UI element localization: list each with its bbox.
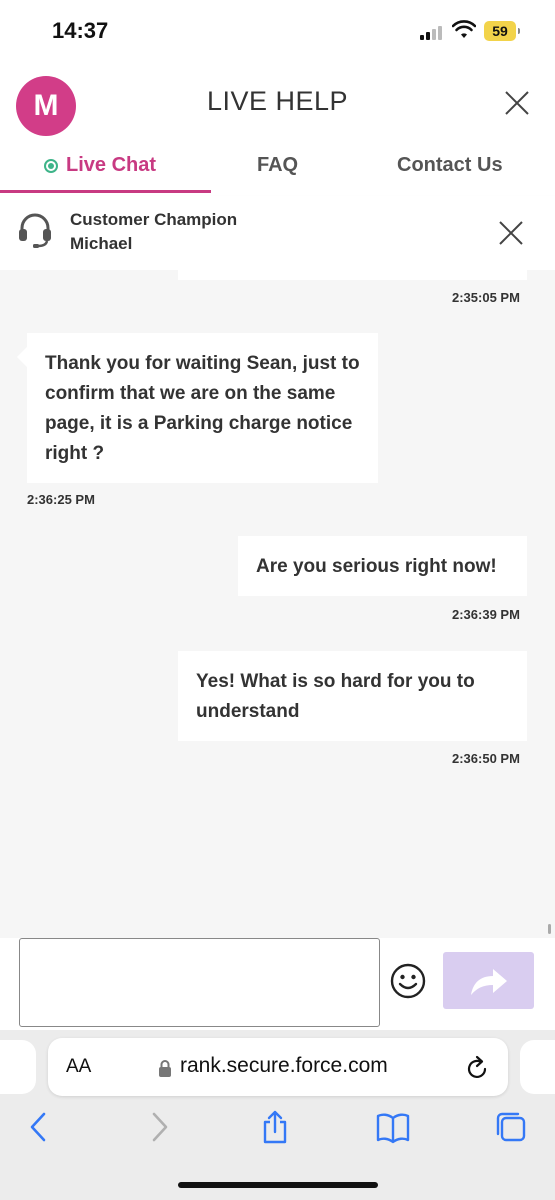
user-message-bubble: Are you serious right now!	[238, 536, 527, 596]
message-timestamp: 2:35:05 PM	[452, 290, 520, 305]
scrollbar-thumb[interactable]	[548, 924, 551, 934]
emoji-button[interactable]	[389, 962, 427, 1000]
reload-icon[interactable]	[466, 1054, 490, 1080]
headset-icon	[19, 213, 51, 248]
previous-tab-preview[interactable]	[0, 1040, 36, 1094]
status-bar: 14:37 59	[0, 0, 555, 64]
tab-faq[interactable]: FAQ	[257, 154, 298, 177]
help-tabs: Live Chat FAQ Contact Us	[0, 142, 555, 194]
tab-label: Live Chat	[66, 154, 157, 176]
message-timestamp: 2:36:25 PM	[27, 492, 95, 507]
message-composer	[0, 938, 555, 1030]
send-button[interactable]	[443, 952, 534, 1009]
share-arrow-icon	[470, 968, 507, 995]
browser-chrome: AA rank.secure.force.com	[0, 1030, 555, 1200]
home-indicator	[178, 1182, 378, 1188]
active-tab-indicator	[0, 190, 211, 193]
lock-icon	[159, 1060, 171, 1077]
bookmarks-book-icon[interactable]	[376, 1110, 410, 1144]
wifi-icon	[452, 20, 476, 38]
forward-chevron-icon[interactable]	[142, 1110, 176, 1144]
agent-role: Customer Champion	[70, 210, 238, 229]
end-chat-close-icon[interactable]	[497, 219, 525, 247]
user-message-bubble: Yes! What is so hard for you to understa…	[178, 651, 527, 741]
smiley-icon	[390, 963, 426, 999]
agent-name: Michael	[70, 234, 133, 253]
back-chevron-icon[interactable]	[22, 1110, 56, 1144]
browser-toolbar	[0, 1110, 555, 1170]
message-timestamp: 2:36:39 PM	[452, 607, 520, 622]
chat-transcript[interactable]: 2:35:05 PM Thank you for waiting Sean, j…	[0, 270, 555, 938]
close-icon[interactable]	[502, 88, 532, 118]
share-icon[interactable]	[258, 1110, 292, 1144]
cellular-signal-icon	[420, 24, 446, 40]
agent-message-bubble: Thank you for waiting Sean, just to conf…	[17, 333, 378, 483]
message-input[interactable]	[19, 938, 380, 1027]
address-bar[interactable]: AA rank.secure.force.com	[48, 1038, 508, 1096]
tab-live-chat[interactable]: Live Chat	[44, 154, 156, 177]
page-title: LIVE HELP	[206, 86, 349, 116]
message-timestamp: 2:36:50 PM	[452, 751, 520, 766]
chat-header: M LIVE HELP	[0, 64, 555, 142]
tabs-overview-icon[interactable]	[494, 1110, 528, 1144]
url-text: rank.secure.force.com	[180, 1054, 388, 1077]
user-message-bubble	[178, 270, 527, 280]
online-dot-icon	[44, 158, 58, 173]
battery-icon: 59	[484, 21, 520, 41]
next-tab-preview[interactable]	[520, 1040, 555, 1094]
tab-contact-us[interactable]: Contact Us	[397, 154, 503, 177]
text-size-button[interactable]: AA	[66, 1056, 91, 1078]
agent-bar: Customer Champion Michael	[0, 196, 555, 270]
status-time: 14:37	[52, 18, 109, 43]
